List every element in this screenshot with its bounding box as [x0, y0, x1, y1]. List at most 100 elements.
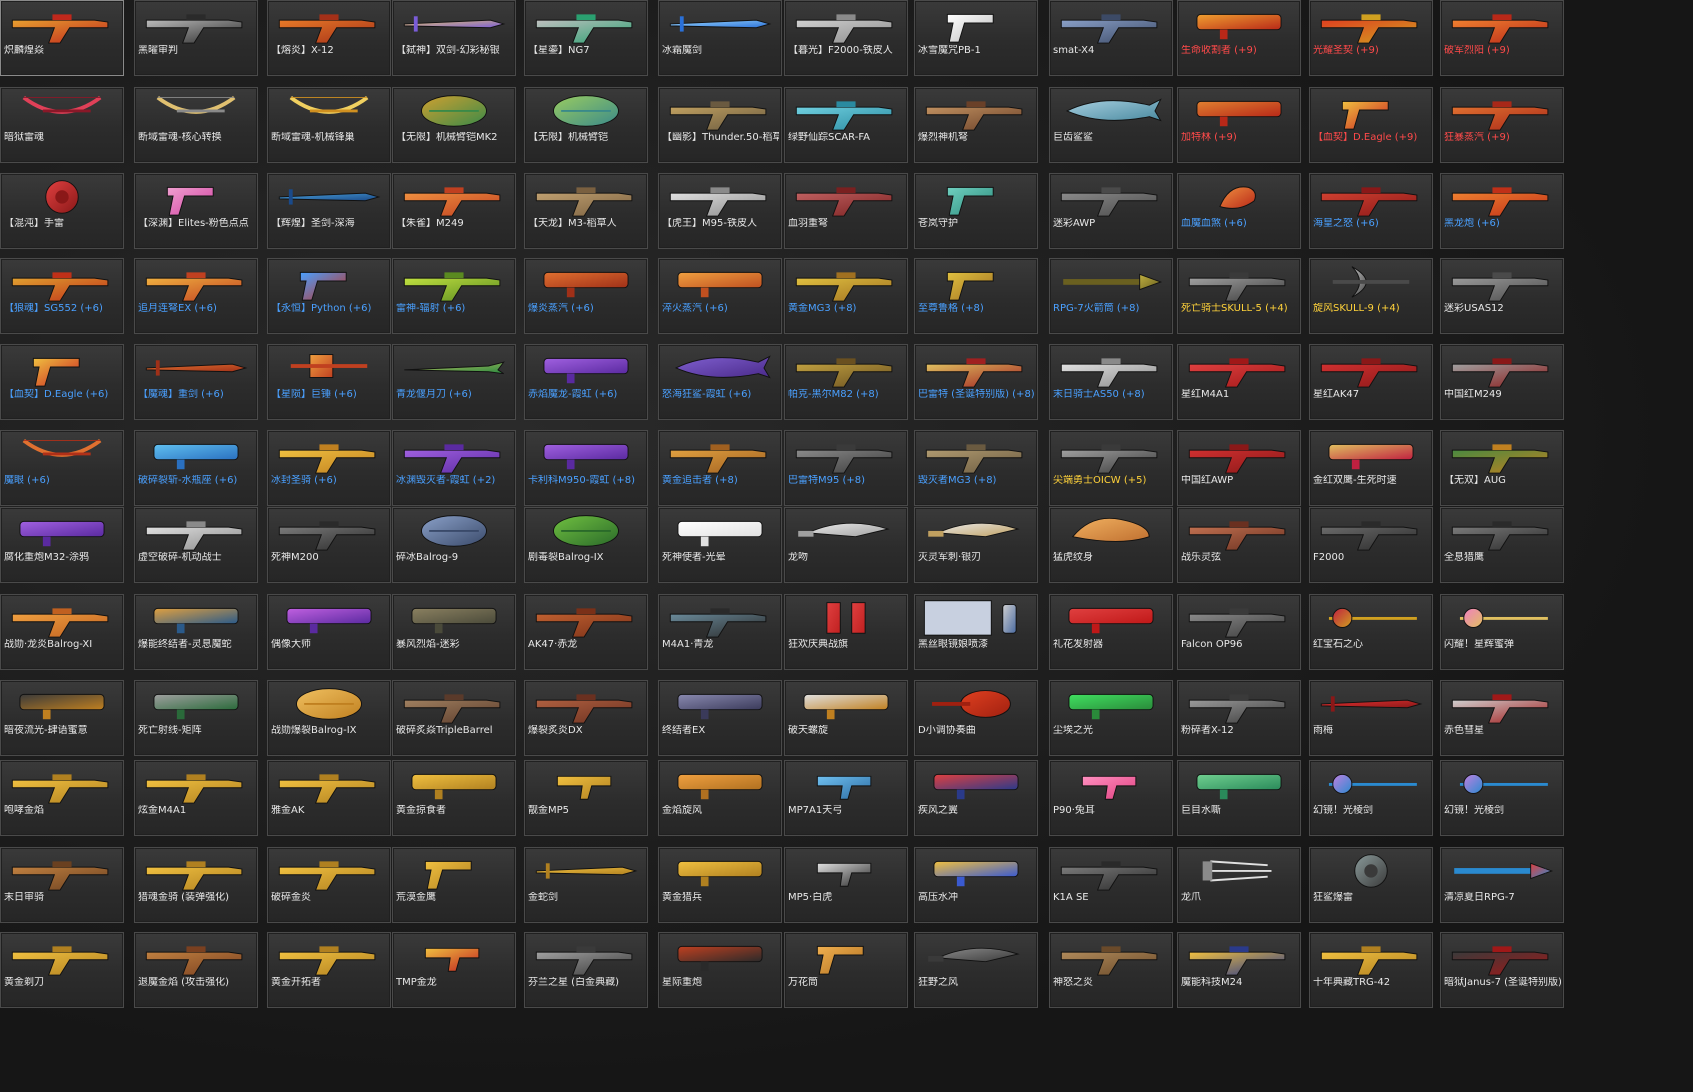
weapon-card[interactable]: 黑龙炮 (+6) — [1440, 173, 1564, 249]
weapon-card[interactable]: 终结者EX — [658, 680, 782, 756]
weapon-card[interactable]: 【暮光】F2000-铁皮人 — [784, 0, 908, 76]
weapon-card[interactable]: Falcon OP96 — [1177, 594, 1301, 670]
weapon-card[interactable]: 幻镜！光棱剑 — [1309, 760, 1433, 836]
weapon-card[interactable]: 【血契】D.Eagle (+6) — [0, 344, 124, 420]
weapon-card[interactable]: 死神使者-光晕 — [658, 507, 782, 583]
weapon-card[interactable]: 【永恒】Python (+6) — [267, 258, 391, 334]
weapon-card[interactable]: 星红AK47 — [1309, 344, 1433, 420]
weapon-card[interactable]: 【辉煌】圣剑-深海 — [267, 173, 391, 249]
weapon-card[interactable]: 战勋爆裂Balrog-IX — [267, 680, 391, 756]
weapon-card[interactable]: 靓金MP5 — [524, 760, 648, 836]
weapon-card[interactable]: 绿野仙踪SCAR-FA — [784, 87, 908, 163]
weapon-card[interactable]: 破碎炙焱TripleBarrel — [392, 680, 516, 756]
weapon-card[interactable]: 暗狱雷魂 — [0, 87, 124, 163]
weapon-card[interactable]: 黄金追击者 (+8) — [658, 430, 782, 506]
weapon-card[interactable]: 死亡射线-矩阵 — [134, 680, 258, 756]
weapon-card[interactable]: 生命收割者 (+9) — [1177, 0, 1301, 76]
weapon-card[interactable]: 暴风烈焰-迷彩 — [392, 594, 516, 670]
weapon-card[interactable]: 冰雪魔咒PB-1 — [914, 0, 1038, 76]
weapon-card[interactable]: 断域雷魂-核心转换 — [134, 87, 258, 163]
weapon-card[interactable]: 冰渊毁灭者-霞虹 (+2) — [392, 430, 516, 506]
weapon-card[interactable]: 巨齿鲨鲨 — [1049, 87, 1173, 163]
weapon-card[interactable]: 【星鎏】NG7 — [524, 0, 648, 76]
weapon-card[interactable]: 破天螺旋 — [784, 680, 908, 756]
weapon-card[interactable]: 【虎王】M95-铁皮人 — [658, 173, 782, 249]
weapon-card[interactable]: 黄金猎兵 — [658, 847, 782, 923]
weapon-card[interactable]: 【熔炎】X-12 — [267, 0, 391, 76]
weapon-card[interactable]: 尖端勇士OICW (+5) — [1049, 430, 1173, 506]
weapon-card[interactable]: 狂野之风 — [914, 932, 1038, 1008]
weapon-card[interactable]: 黄金开拓者 — [267, 932, 391, 1008]
weapon-card[interactable]: 赤焰魔龙-霞虹 (+6) — [524, 344, 648, 420]
weapon-card[interactable]: 爆烈神机弩 — [914, 87, 1038, 163]
weapon-card[interactable]: 灭灵军刺·银刃 — [914, 507, 1038, 583]
weapon-card[interactable]: RPG-7火箭筒 (+8) — [1049, 258, 1173, 334]
weapon-card[interactable]: 中国红M249 — [1440, 344, 1564, 420]
weapon-card[interactable]: 十年典藏TRG-42 — [1309, 932, 1433, 1008]
weapon-card[interactable]: 死亡骑士SKULL-5 (+4) — [1177, 258, 1301, 334]
weapon-card[interactable]: 猎魂金骑 (装弹强化) — [134, 847, 258, 923]
weapon-card[interactable]: 【混沌】手雷 — [0, 173, 124, 249]
weapon-card[interactable]: D小调协奏曲 — [914, 680, 1038, 756]
weapon-card[interactable]: 迷彩AWP — [1049, 173, 1173, 249]
weapon-card[interactable]: 猛虎纹身 — [1049, 507, 1173, 583]
weapon-card[interactable]: 狂鲨爆雷 — [1309, 847, 1433, 923]
weapon-card[interactable]: TMP金龙 — [392, 932, 516, 1008]
weapon-card[interactable]: 黄金MG3 (+8) — [784, 258, 908, 334]
weapon-card[interactable]: 冰封圣骑 (+6) — [267, 430, 391, 506]
weapon-card[interactable]: 暗狱Janus-7 (圣诞特别版) — [1440, 932, 1564, 1008]
weapon-card[interactable]: 红宝石之心 — [1309, 594, 1433, 670]
weapon-card[interactable]: 加特林 (+9) — [1177, 87, 1301, 163]
weapon-card[interactable]: 至尊鲁格 (+8) — [914, 258, 1038, 334]
weapon-card[interactable]: 金红双鹰-生死时速 — [1309, 430, 1433, 506]
weapon-card[interactable]: 光耀圣契 (+9) — [1309, 0, 1433, 76]
weapon-card[interactable]: 偶像大师 — [267, 594, 391, 670]
weapon-card[interactable]: 咆哮金焰 — [0, 760, 124, 836]
weapon-card[interactable]: 苍岚守护 — [914, 173, 1038, 249]
weapon-card[interactable]: 卡利科M950-霞虹 (+8) — [524, 430, 648, 506]
weapon-card[interactable]: 金蛇剑 — [524, 847, 648, 923]
weapon-card[interactable]: 金焰旋风 — [658, 760, 782, 836]
weapon-card[interactable]: 粉碎者X-12 — [1177, 680, 1301, 756]
weapon-card[interactable]: 炽麟煌焱 — [0, 0, 124, 76]
weapon-card[interactable]: 炫金M4A1 — [134, 760, 258, 836]
weapon-card[interactable]: 尘埃之光 — [1049, 680, 1173, 756]
weapon-card[interactable]: 星际重炮 — [658, 932, 782, 1008]
weapon-card[interactable]: 追月连弩EX (+6) — [134, 258, 258, 334]
weapon-card[interactable]: 万花筒 — [784, 932, 908, 1008]
weapon-card[interactable]: 【无限】机械臂铠MK2 — [392, 87, 516, 163]
weapon-card[interactable]: F2000 — [1309, 507, 1433, 583]
weapon-card[interactable]: 【弑神】双剑-幻彩秘银 — [392, 0, 516, 76]
weapon-card[interactable]: 黄金剃刀 — [0, 932, 124, 1008]
weapon-card[interactable]: 雷神-辐射 (+6) — [392, 258, 516, 334]
weapon-card[interactable]: 神怒之炎 — [1049, 932, 1173, 1008]
weapon-card[interactable]: 战乐灵弦 — [1177, 507, 1301, 583]
weapon-card[interactable]: 魔能科技M24 — [1177, 932, 1301, 1008]
weapon-card[interactable]: 雅金AK — [267, 760, 391, 836]
weapon-card[interactable]: 怒海狂鲨-霞虹 (+6) — [658, 344, 782, 420]
weapon-card[interactable]: 血羽重弩 — [784, 173, 908, 249]
weapon-card[interactable]: 破碎金炎 — [267, 847, 391, 923]
weapon-card[interactable]: 芬兰之星 (白金典藏) — [524, 932, 648, 1008]
weapon-card[interactable]: 狂暴蒸汽 (+9) — [1440, 87, 1564, 163]
weapon-card[interactable]: 魔眼 (+6) — [0, 430, 124, 506]
weapon-card[interactable]: 全息猎鹰 — [1440, 507, 1564, 583]
weapon-card[interactable]: 星红M4A1 — [1177, 344, 1301, 420]
weapon-card[interactable]: 黄金掠食者 — [392, 760, 516, 836]
weapon-card[interactable]: 爆裂炙炎DX — [524, 680, 648, 756]
weapon-card[interactable]: 【深渊】Elites-粉色点点 — [134, 173, 258, 249]
weapon-card[interactable]: 狂欢庆典战旗 — [784, 594, 908, 670]
weapon-card[interactable]: 清凉夏日RPG-7 — [1440, 847, 1564, 923]
weapon-card[interactable]: 末日骑士AS50 (+8) — [1049, 344, 1173, 420]
weapon-card[interactable]: 龙爪 — [1177, 847, 1301, 923]
weapon-card[interactable]: P90·兔耳 — [1049, 760, 1173, 836]
weapon-card[interactable]: 爆能终结者-灵息魔蛇 — [134, 594, 258, 670]
weapon-card[interactable]: 迷彩USAS12 — [1440, 258, 1564, 334]
weapon-card[interactable]: 【天龙】M3-稻草人 — [524, 173, 648, 249]
weapon-card[interactable]: 破军烈阳 (+9) — [1440, 0, 1564, 76]
weapon-card[interactable]: 幻镜！光棱剑 — [1440, 760, 1564, 836]
weapon-card[interactable]: 黑曜审判 — [134, 0, 258, 76]
weapon-card[interactable]: M4A1·青龙 — [658, 594, 782, 670]
weapon-card[interactable]: 巴雷特 (圣诞特别版) (+8) — [914, 344, 1038, 420]
weapon-card[interactable]: 巨目水嘶 — [1177, 760, 1301, 836]
